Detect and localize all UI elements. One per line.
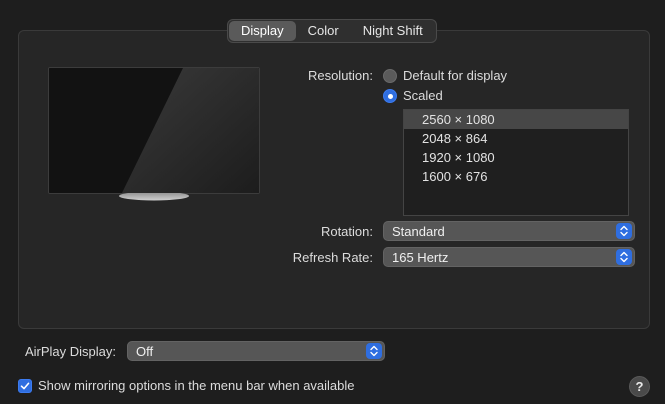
monitor-image bbox=[48, 67, 260, 194]
list-item[interactable]: 1600 × 676 bbox=[404, 167, 628, 186]
radio-default-label: Default for display bbox=[403, 68, 508, 83]
resolution-list[interactable]: 2560 × 1080 2048 × 864 1920 × 1080 1600 … bbox=[403, 109, 629, 216]
rotation-popup[interactable]: Standard bbox=[383, 221, 635, 241]
list-item[interactable]: 2560 × 1080 bbox=[404, 110, 628, 129]
airplay-display-popup[interactable]: Off bbox=[127, 341, 385, 361]
refresh-rate-label: Refresh Rate: bbox=[292, 250, 373, 265]
radio-scaled[interactable]: Scaled bbox=[383, 88, 443, 103]
checkbox-checked-icon[interactable] bbox=[18, 378, 32, 393]
monitor-stand-icon bbox=[119, 193, 189, 201]
tab-color[interactable]: Color bbox=[296, 21, 351, 41]
radio-button-selected-icon[interactable] bbox=[383, 88, 397, 103]
mirroring-option[interactable]: Show mirroring options in the menu bar w… bbox=[18, 378, 355, 393]
display-preferences-window: Display Color Night Shift Resolution: De… bbox=[0, 0, 665, 404]
radio-default-for-display[interactable]: Default for display bbox=[383, 68, 507, 83]
refresh-rate-value: 165 Hertz bbox=[392, 249, 449, 265]
monitor-screen-icon bbox=[49, 68, 259, 193]
tab-night-shift[interactable]: Night Shift bbox=[351, 21, 435, 41]
rotation-value: Standard bbox=[392, 223, 445, 239]
airplay-display-label: AirPlay Display: bbox=[24, 344, 116, 359]
airplay-value: Off bbox=[136, 343, 154, 359]
rotation-label: Rotation: bbox=[320, 224, 373, 239]
help-button[interactable]: ? bbox=[629, 376, 650, 397]
tab-bar: Display Color Night Shift bbox=[227, 19, 437, 43]
resolution-label: Resolution: bbox=[307, 68, 373, 83]
radio-scaled-label: Scaled bbox=[403, 88, 443, 103]
list-item[interactable]: 2048 × 864 bbox=[404, 129, 628, 148]
refresh-rate-popup[interactable]: 165 Hertz bbox=[383, 247, 635, 267]
radio-button-icon[interactable] bbox=[383, 68, 397, 83]
chevron-up-down-icon bbox=[616, 223, 632, 239]
chevron-up-down-icon bbox=[616, 249, 632, 265]
tab-display[interactable]: Display bbox=[229, 21, 296, 41]
chevron-up-down-icon bbox=[366, 343, 382, 359]
list-item[interactable]: 1920 × 1080 bbox=[404, 148, 628, 167]
mirroring-label: Show mirroring options in the menu bar w… bbox=[38, 378, 355, 393]
